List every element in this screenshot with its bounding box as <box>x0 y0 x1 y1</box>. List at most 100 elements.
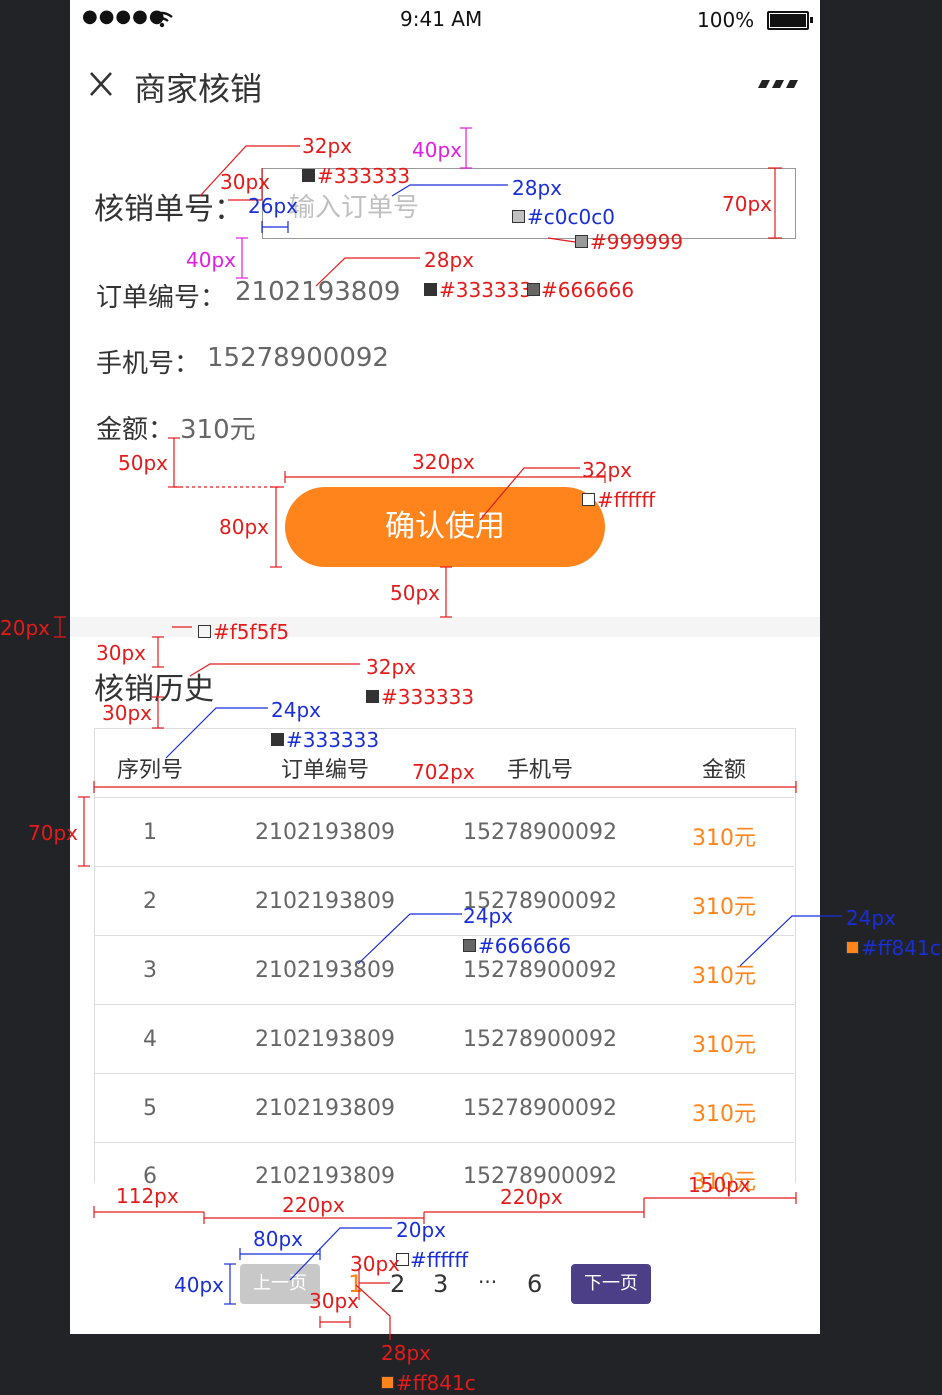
annotation-label: #ffffff <box>410 1248 469 1272</box>
cell-order: 2102193809 <box>255 1027 395 1052</box>
annotation-label: 50px <box>390 581 440 605</box>
annotation-label: 40px <box>186 248 236 272</box>
amount-label: 金额： <box>96 415 175 445</box>
page-ellipsis: ··· <box>478 1270 498 1294</box>
annotation-label: 32px <box>582 458 632 482</box>
annotation-label: 112px <box>116 1184 179 1208</box>
cell-seq: 2 <box>143 889 157 914</box>
row-divider <box>94 1004 794 1005</box>
annotation-label: 70px <box>722 192 772 216</box>
battery-icon <box>767 11 813 30</box>
annotation-label: 28px <box>512 176 562 200</box>
color-swatch <box>381 1376 394 1389</box>
annotation-label: 30px <box>102 701 152 725</box>
cell-amount: 310元 <box>692 964 756 989</box>
cell-amount: 310元 <box>692 1033 756 1058</box>
annotation-label: 80px <box>219 515 269 539</box>
cell-phone: 15278900092 <box>463 820 617 845</box>
row-divider <box>94 797 794 798</box>
phone-label: 手机号： <box>96 349 201 379</box>
annotation-label: 220px <box>500 1185 563 1209</box>
wifi-icon <box>151 11 173 28</box>
annotation-label: #c0c0c0 <box>527 205 615 229</box>
annotation-label: 30px <box>309 1289 359 1313</box>
color-swatch <box>846 941 859 954</box>
annotation-label: 80px <box>253 1227 303 1251</box>
annotation-label: 20px <box>0 616 50 640</box>
annotation-label: 220px <box>282 1193 345 1217</box>
column-header-seq: 序列号 <box>116 758 183 783</box>
confirm-button-label: 确认使用 <box>385 509 505 544</box>
annotation-label: 320px <box>412 450 475 474</box>
annotation-label: 26px <box>248 194 298 218</box>
cell-phone: 15278900092 <box>463 958 617 983</box>
annotation-label: #f5f5f5 <box>213 620 290 644</box>
annotation-label: #333333 <box>439 278 533 302</box>
color-swatch <box>198 625 211 638</box>
annotation-label: 40px <box>174 1273 224 1297</box>
column-header-order: 订单编号 <box>280 758 369 783</box>
row-divider <box>94 1142 794 1143</box>
row-divider <box>94 866 794 867</box>
amount-value: 310元 <box>180 415 256 445</box>
cell-order: 2102193809 <box>255 820 395 845</box>
annotation-label: #333333 <box>381 685 475 709</box>
prev-page-button[interactable]: 上一页 <box>240 1264 320 1304</box>
color-swatch <box>527 283 540 296</box>
annotation-label: #ff841c <box>396 1371 476 1395</box>
phone-value: 15278900092 <box>207 343 389 373</box>
annotation-label: 70px <box>28 821 78 845</box>
order-value: 2102193809 <box>235 277 401 307</box>
color-swatch <box>424 283 437 296</box>
prev-page-label: 上一页 <box>253 1273 307 1294</box>
cell-amount: 310元 <box>692 895 756 920</box>
row-divider <box>94 935 794 936</box>
page-6[interactable]: 6 <box>527 1270 542 1298</box>
annotation-label: 24px <box>463 904 513 928</box>
annotation-label: #ff841c <box>861 936 941 960</box>
cell-phone: 15278900092 <box>463 1027 617 1052</box>
cell-phone: 15278900092 <box>463 1096 617 1121</box>
annotation-label: #333333 <box>317 164 411 188</box>
order-label: 订单编号： <box>96 283 227 313</box>
confirm-button[interactable]: 确认使用 <box>285 487 605 567</box>
annotation-label: 30px <box>350 1252 400 1276</box>
annotation-label: 24px <box>846 906 896 930</box>
annotation-label: #666666 <box>541 278 635 302</box>
close-icon[interactable] <box>88 70 114 98</box>
cell-order: 2102193809 <box>255 1096 395 1121</box>
color-swatch <box>302 169 315 182</box>
cell-order: 2102193809 <box>255 958 395 983</box>
annotation-label: 28px <box>424 248 474 272</box>
annotation-label: #666666 <box>478 934 572 958</box>
cell-seq: 4 <box>143 1027 157 1052</box>
annotation-label: #999999 <box>590 230 684 254</box>
next-page-label: 下一页 <box>584 1273 638 1294</box>
row-divider <box>94 1073 794 1074</box>
cell-amount: 310元 <box>692 826 756 851</box>
annotation-label: 24px <box>271 698 321 722</box>
color-swatch <box>463 939 476 952</box>
battery-percent: 100% <box>697 8 755 32</box>
page-title: 商家核销 <box>134 70 263 108</box>
cell-order: 2102193809 <box>255 889 395 914</box>
next-page-button[interactable]: 下一页 <box>571 1264 651 1304</box>
more-icon[interactable] <box>756 78 800 90</box>
status-time: 9:41 AM <box>400 7 483 31</box>
color-swatch <box>512 210 525 223</box>
annotation-label: 28px <box>381 1341 431 1365</box>
page-3[interactable]: 3 <box>433 1270 448 1298</box>
cell-seq: 1 <box>143 820 157 845</box>
color-swatch <box>575 235 588 248</box>
color-swatch <box>582 493 595 506</box>
annotation-label: 50px <box>118 451 168 475</box>
verify-placeholder: 输入订单号 <box>289 193 420 223</box>
annotation-label: 32px <box>366 655 416 679</box>
section-divider <box>70 617 820 637</box>
cell-order: 2102193809 <box>255 1164 395 1189</box>
annotation-label: 30px <box>220 170 270 194</box>
annotation-label: 20px <box>396 1218 446 1242</box>
annotation-label: #ffffff <box>597 488 656 512</box>
phone-screen: ●●●●● 9:41 AM 100% 商家核销 核销单号： 输入订单号 订单编号… <box>70 0 820 1334</box>
cell-seq: 5 <box>143 1096 157 1121</box>
